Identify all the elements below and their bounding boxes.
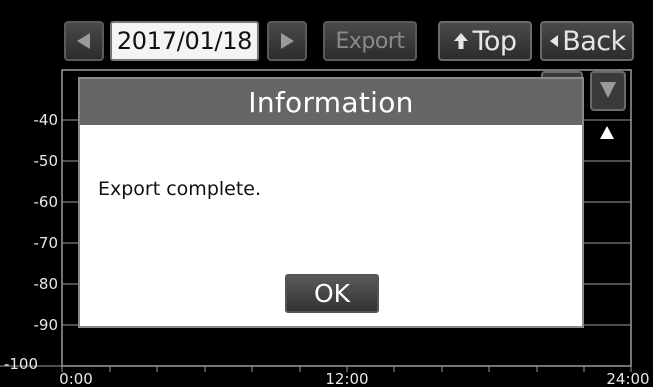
back-label: Back	[562, 25, 626, 57]
dialog-title: Information	[248, 85, 414, 119]
export-button[interactable]: Export	[323, 21, 417, 61]
triangle-up-icon	[600, 126, 614, 139]
y-tick-label: -100	[4, 355, 38, 373]
y-tick-label: -50	[34, 152, 59, 170]
top-label: Top	[472, 25, 517, 57]
triangle-left-icon	[77, 33, 90, 49]
back-button[interactable]: Back	[540, 21, 634, 61]
triangle-right-icon	[281, 33, 294, 49]
dialog-title-bar: Information	[80, 79, 582, 125]
x-tick-label: 0:00	[59, 370, 93, 387]
dialog-message: Export complete.	[98, 178, 262, 200]
y-tick-label: -40	[34, 111, 59, 129]
y-tick-label: -70	[34, 234, 59, 252]
ok-button[interactable]: OK	[285, 274, 379, 313]
device-screen: -40 -50 -60 -70 -80 -90 -100 0:00 12:00 …	[0, 0, 653, 387]
scroll-down-button[interactable]	[590, 71, 626, 111]
y-tick-label: -60	[34, 193, 59, 211]
date-display[interactable]: 2017/01/18	[110, 21, 259, 61]
next-date-button[interactable]	[267, 21, 307, 61]
export-label: Export	[335, 28, 405, 54]
x-tick-label: 12:00	[325, 370, 368, 387]
information-dialog: Information Export complete. OK	[78, 77, 584, 328]
ok-label: OK	[313, 279, 351, 308]
top-button[interactable]: Top	[438, 21, 532, 61]
date-text: 2017/01/18	[116, 27, 253, 55]
y-tick-label: -90	[34, 316, 59, 334]
triangle-left-icon	[550, 35, 559, 47]
prev-date-button[interactable]	[64, 21, 104, 61]
arrow-up-icon	[454, 33, 469, 49]
x-tick-label: 24:00	[606, 370, 649, 387]
y-tick-label: -80	[34, 275, 59, 293]
